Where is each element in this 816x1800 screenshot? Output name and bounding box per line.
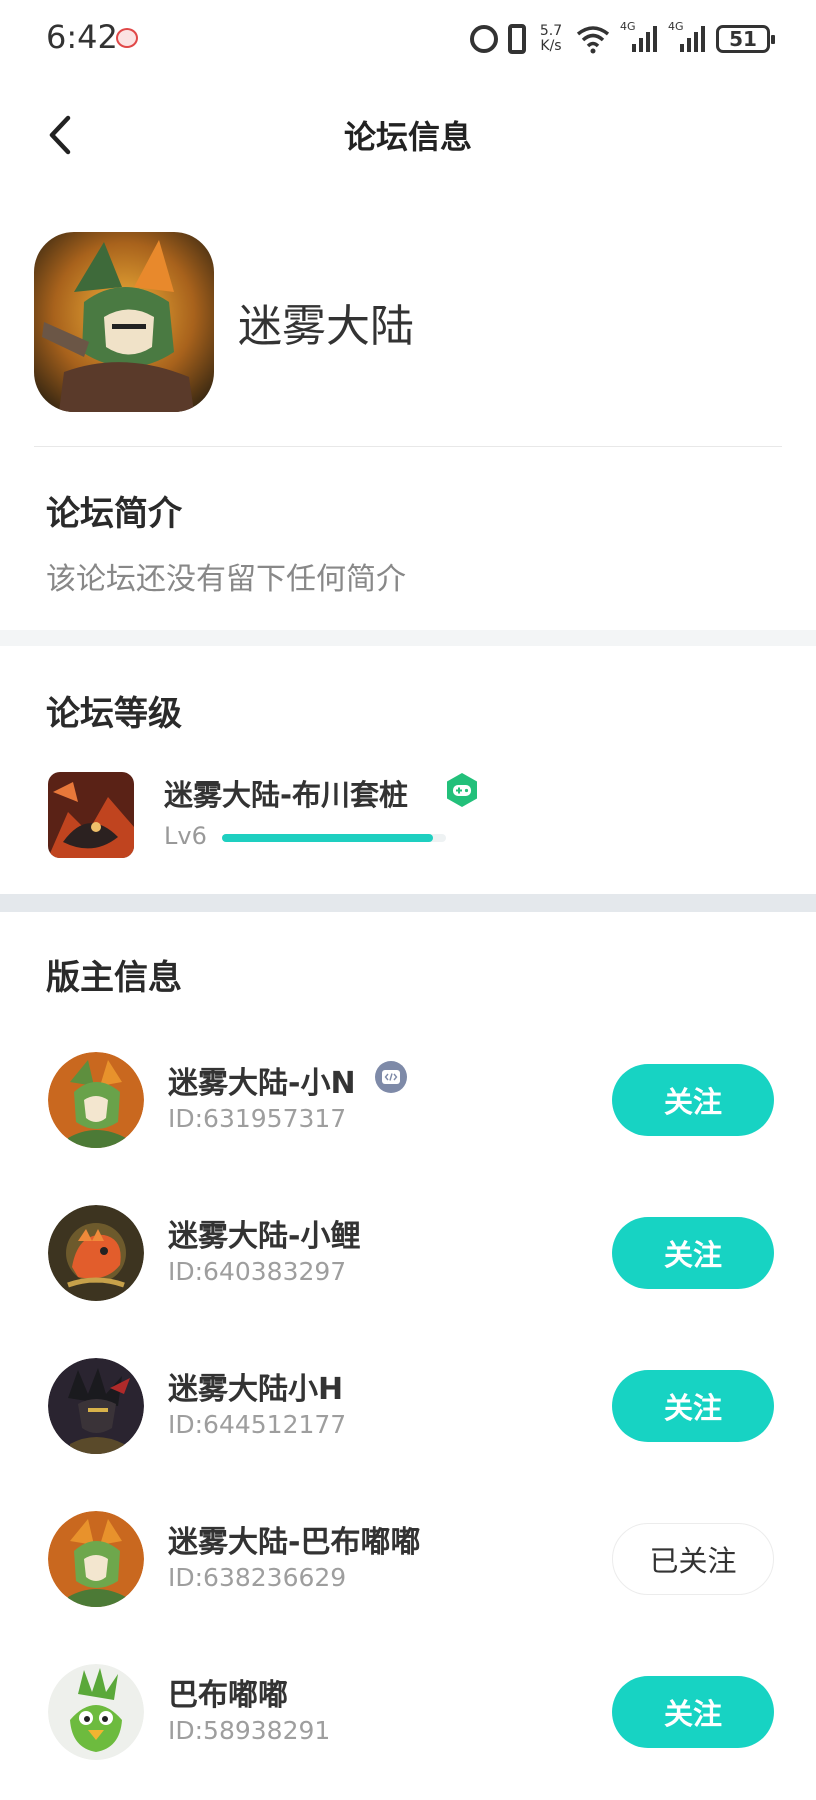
- moderator-row[interactable]: 迷雾大陆-巴布嘟嘟 ID:638236629 已关注: [48, 1509, 774, 1609]
- section-divider: [0, 894, 816, 912]
- moderator-name: 迷雾大陆-小鲤: [168, 1219, 361, 1254]
- level-title: 论坛等级: [46, 694, 182, 734]
- signal-label-1: 4G: [620, 20, 636, 33]
- intro-text: 该论坛还没有留下任何简介: [46, 562, 406, 597]
- moderator-row[interactable]: 迷雾大陆小H ID:644512177 关注: [48, 1356, 774, 1456]
- battery-icon: 51: [716, 25, 775, 53]
- moderator-id: ID:58938291: [168, 1716, 331, 1745]
- level-row[interactable]: 迷雾大陆-布川套桩 Lv6: [48, 772, 768, 860]
- moderator-id: ID:638236629: [168, 1563, 347, 1592]
- signal-label-2: 4G: [668, 20, 684, 33]
- signal-icon-1: 4G: [620, 20, 658, 54]
- code-icon: [374, 1060, 408, 1094]
- moderator-name: 迷雾大陆-巴布嘟嘟: [168, 1525, 421, 1560]
- signal-icon-2: 4G: [668, 20, 706, 54]
- status-icons: 5.7 K/s 4G 4G 51: [470, 20, 775, 58]
- status-bar: 6:42 5.7 K/s 4G 4G 51: [0, 0, 816, 80]
- follow-button[interactable]: 关注: [612, 1064, 774, 1136]
- avatar[interactable]: [48, 1358, 144, 1454]
- level-name: 迷雾大陆-布川套桩: [164, 778, 409, 812]
- status-time: 6:42: [46, 18, 118, 56]
- moderator-row[interactable]: 迷雾大陆-小N ID:631957317 关注: [48, 1050, 774, 1150]
- moderator-name: 巴布嘟嘟: [168, 1678, 288, 1713]
- moderator-name: 迷雾大陆小H: [168, 1372, 344, 1407]
- forum-logo: [34, 232, 214, 412]
- moderator-row[interactable]: 巴布嘟嘟 ID:58938291 关注: [48, 1662, 774, 1762]
- gamepad-icon: [444, 772, 480, 808]
- network-speed-unit: K/s: [540, 38, 562, 54]
- section-divider: [0, 630, 816, 646]
- weibo-notification-icon: [116, 28, 138, 48]
- alarm-icon: [470, 25, 498, 53]
- moderator-name: 迷雾大陆-小N: [168, 1066, 356, 1101]
- wifi-icon: [576, 24, 610, 54]
- moderator-row[interactable]: 迷雾大陆-小鲤 ID:640383297 关注: [48, 1203, 774, 1303]
- moderator-id: ID:631957317: [168, 1104, 347, 1133]
- level-avatar: [48, 772, 134, 858]
- avatar[interactable]: [48, 1205, 144, 1301]
- following-button[interactable]: 已关注: [612, 1523, 774, 1595]
- moderator-id: ID:640383297: [168, 1257, 347, 1286]
- network-speed: 5.7 K/s: [536, 24, 566, 54]
- follow-button[interactable]: 关注: [612, 1676, 774, 1748]
- nav-bar: 论坛信息: [0, 90, 816, 180]
- forum-name: 迷雾大陆: [238, 301, 414, 352]
- avatar[interactable]: [48, 1664, 144, 1760]
- vibrate-icon: [508, 24, 526, 54]
- level-progress-fill: [222, 834, 433, 842]
- intro-title: 论坛简介: [46, 494, 182, 534]
- moderators-title: 版主信息: [46, 958, 182, 998]
- avatar[interactable]: [48, 1511, 144, 1607]
- level-progress-bar: [222, 834, 446, 842]
- follow-button[interactable]: 关注: [612, 1370, 774, 1442]
- moderator-id: ID:644512177: [168, 1410, 347, 1439]
- avatar[interactable]: [48, 1052, 144, 1148]
- follow-button[interactable]: 关注: [612, 1217, 774, 1289]
- page-title: 论坛信息: [343, 118, 472, 156]
- forum-header: 迷雾大陆: [34, 232, 782, 412]
- divider: [34, 446, 782, 447]
- network-speed-value: 5.7: [539, 23, 563, 39]
- level-lv: Lv6: [164, 822, 207, 850]
